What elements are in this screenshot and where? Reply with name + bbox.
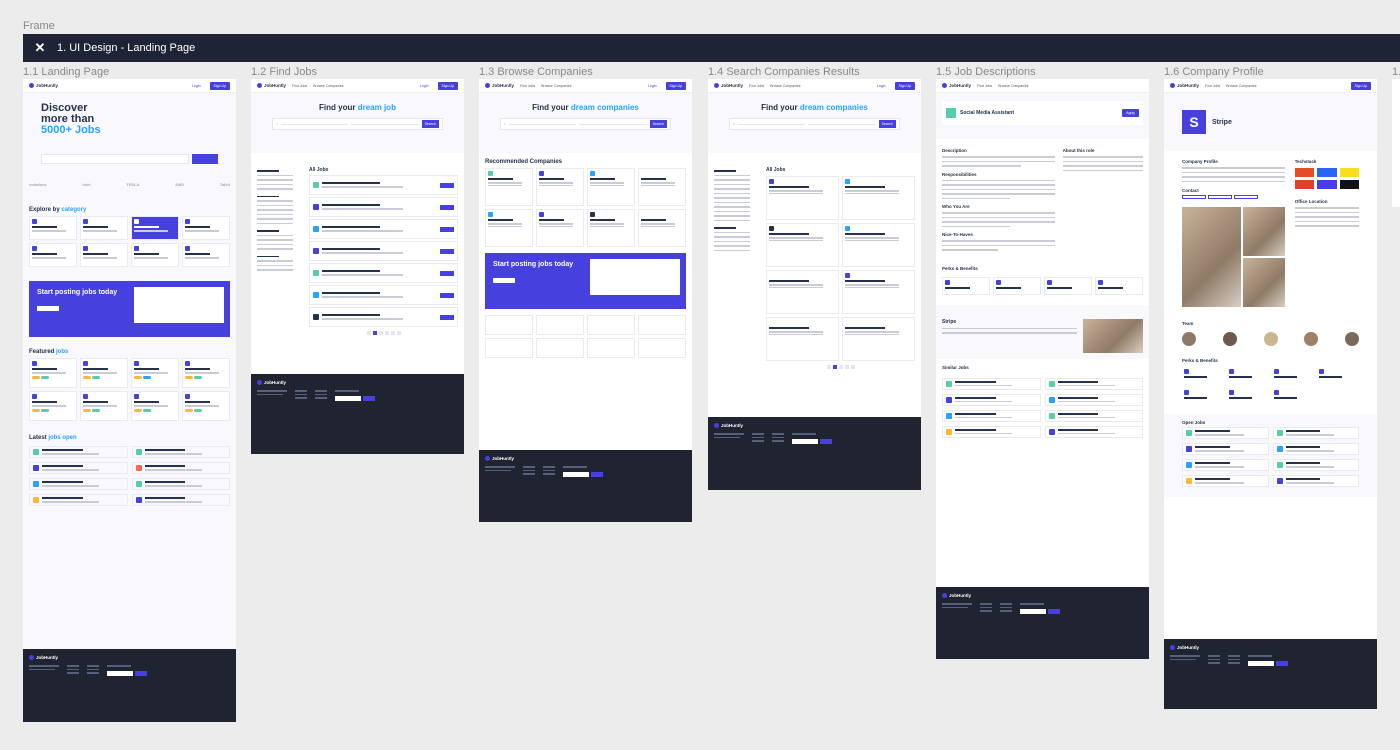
close-icon[interactable]: ✕ (33, 40, 47, 56)
company-logos: vodafone intel TESLA AMD Talkit (29, 182, 230, 187)
section-header[interactable]: ✕ 1. UI Design - Landing Page (23, 34, 1400, 62)
frame-title-landing[interactable]: 1.1 Landing Page (23, 66, 109, 78)
frame-title-find-jobs[interactable]: 1.2 Find Jobs (251, 66, 317, 78)
frame-title-job-descriptions[interactable]: 1.5 Job Descriptions (936, 66, 1036, 78)
frame-company-profile[interactable]: JobHuntly Find Jobs Browse Companies Sign U… (1164, 79, 1377, 709)
frame-title-search-results[interactable]: 1.4 Search Companies Results (708, 66, 860, 78)
frame-browse-companies[interactable]: JobHuntly Find Jobs Browse Companies Login S… (479, 79, 692, 522)
company-name: Stripe (1212, 118, 1232, 126)
featured-heading: Featured jobs (29, 349, 69, 355)
frame-next-partial[interactable] (1392, 79, 1400, 207)
cta-banner[interactable]: Start posting jobs today (485, 253, 686, 309)
nav-bar: JobHuntly Login Sign Up (23, 79, 236, 93)
frame-job-descriptions[interactable]: JobHuntly Find Jobs Browse Companies Socia… (936, 79, 1149, 659)
section-title: 1. UI Design - Landing Page (57, 42, 196, 54)
hero-title: Discover more than 5000+ Jobs (41, 102, 101, 136)
footer: JobHuntly (23, 649, 236, 722)
frame-landing-page[interactable]: JobHuntly Login Sign Up Discover more than… (23, 79, 236, 722)
frame-find-jobs[interactable]: JobHuntly Find Jobs Browse Companies Login S… (251, 79, 464, 454)
frame-title-next[interactable]: 1. (1392, 66, 1400, 78)
logo[interactable]: JobHuntly (29, 83, 58, 88)
frame-search-results[interactable]: JobHuntly Find Jobs Browse Companies Login S… (708, 79, 921, 490)
frame-title-browse-companies[interactable]: 1.3 Browse Companies (479, 66, 593, 78)
all-jobs-title: All Jobs (309, 167, 329, 173)
latest-heading: Latest jobs open (29, 435, 77, 441)
apply-button[interactable]: Apply (1122, 109, 1139, 117)
job-title: Social Media Assistant (960, 110, 1014, 116)
recommended-heading: Recommended Companies (485, 159, 563, 165)
cta-banner[interactable]: Start posting jobs today (29, 281, 230, 337)
frame-title-company-profile[interactable]: 1.6 Company Profile (1164, 66, 1264, 78)
canvas-label: Frame (23, 20, 55, 32)
category-heading: Explore by category (29, 207, 87, 213)
